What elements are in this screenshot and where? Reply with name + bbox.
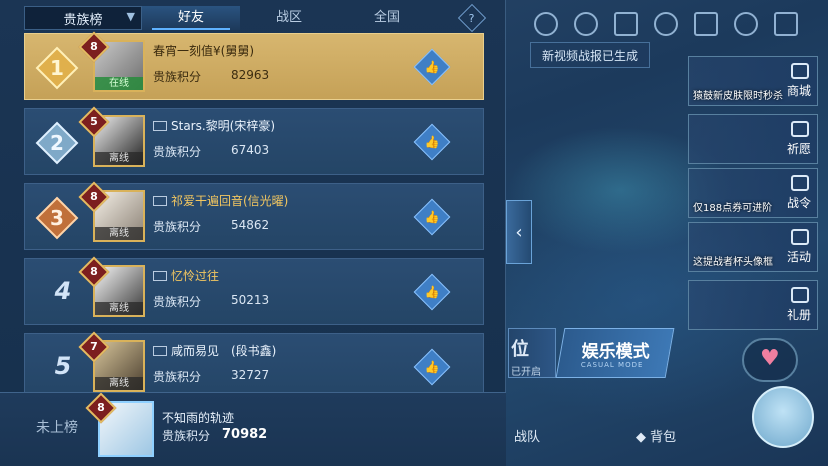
player-name: Stars.黎明(宋梓豪)	[153, 117, 275, 134]
leaderboard-tabs: 贵族榜 ▼ 好友 战区 全国 ?	[24, 3, 487, 33]
gear-icon[interactable]	[734, 12, 758, 36]
trophy-icon[interactable]	[614, 12, 638, 36]
tab-national[interactable]: 全国	[338, 6, 436, 30]
thumbs-up-icon: 👍	[424, 60, 440, 74]
gift-book-button[interactable]: 礼册	[688, 280, 818, 330]
team-button[interactable]: 战队	[514, 426, 540, 445]
points-label: 贵族积分	[153, 370, 202, 384]
leaderboard-panel: 贵族榜 ▼ 好友 战区 全国 ? 1 在线 8 春宵一刻值¥(舅舅) 贵族积分 …	[0, 0, 506, 466]
board-type-dropdown[interactable]: 贵族榜 ▼	[24, 6, 142, 30]
help-icon[interactable]: ?	[457, 3, 487, 33]
points-value: 67403	[231, 143, 270, 157]
shop-button[interactable]: 商城 猿鼓新皮肤限时秒杀	[688, 56, 818, 106]
heart-icon: ♥	[760, 346, 780, 371]
chevron-down-icon: ▼	[126, 10, 135, 23]
ranked-mode-button[interactable]: 位 已开启	[508, 328, 556, 378]
thumbs-up-icon: 👍	[424, 135, 440, 149]
offline-status: 离线	[95, 302, 143, 315]
thumbs-up-icon: 👍	[424, 360, 440, 374]
leaderboard-row[interactable]: 3 离线 8 祁爱干遍回音(信光曜) 贵族积分 54862 👍	[24, 181, 484, 250]
tab-region[interactable]: 战区	[240, 6, 338, 30]
points-value: 50213	[231, 293, 270, 307]
points-label: 贵族积分	[153, 145, 202, 159]
player-name: 春宵一刻值¥(舅舅)	[153, 44, 254, 58]
points-value: 54862	[231, 218, 270, 232]
rank-number: 4	[54, 277, 72, 305]
online-status: 在线	[95, 77, 143, 90]
record-icon[interactable]	[534, 12, 558, 36]
offline-status: 离线	[95, 227, 143, 240]
collapse-panel-button[interactable]: ‹	[506, 200, 532, 264]
nameplate-icon	[153, 271, 167, 281]
leaderboard-row[interactable]: 1 在线 8 春宵一刻值¥(舅舅) 贵族积分 82963 👍	[24, 31, 484, 100]
offline-status: 离线	[95, 377, 143, 390]
leaderboard-row[interactable]: 4 离线 8 忆怜过往 贵族积分 50213 👍	[24, 256, 484, 325]
bag-icon: ◆	[636, 430, 651, 445]
rank-1-gold-badge-icon: 1	[35, 46, 79, 90]
thumbs-up-icon: 👍	[424, 210, 440, 224]
like-button[interactable]: 👍	[413, 273, 451, 311]
like-button[interactable]: 👍	[413, 123, 451, 161]
points-value: 32727	[231, 368, 270, 382]
like-button[interactable]: 👍	[413, 48, 451, 86]
wifi-icon	[774, 12, 798, 36]
nameplate-icon	[153, 121, 167, 131]
wish-button[interactable]: 祈愿	[688, 114, 818, 164]
player-name: 祁爱干遍回音(信光曜)	[153, 192, 288, 209]
player-name: 忆怜过往	[153, 267, 219, 284]
rank-2-silver-badge-icon: 2	[35, 121, 79, 165]
heart-button[interactable]: ♥	[742, 338, 798, 382]
points-label: 贵族积分	[162, 429, 211, 443]
battle-pass-icon	[791, 175, 809, 191]
like-button[interactable]: 👍	[413, 348, 451, 386]
my-points-value: 70982	[222, 427, 268, 442]
video-report-notice[interactable]: 新视频战报已生成	[530, 42, 650, 68]
gift-icon	[791, 287, 809, 303]
leaderboard-row[interactable]: 5 离线 7 咸而易见 (段书鑫) 贵族积分 32727 👍	[24, 331, 484, 400]
rank-3-bronze-badge-icon: 3	[35, 196, 79, 240]
chevron-left-icon: ‹	[515, 221, 523, 243]
events-icon	[791, 229, 809, 245]
like-button[interactable]: 👍	[413, 198, 451, 236]
svg-text:1: 1	[50, 56, 64, 80]
thumbs-up-icon: 👍	[424, 285, 440, 299]
points-label: 贵族积分	[153, 220, 202, 234]
mascot-assistant[interactable]	[752, 386, 814, 448]
my-ranking-footer: 未上榜 8 不知雨的轨迹 贵族积分 70982	[0, 392, 506, 466]
events-button[interactable]: 活动 这提战者杯头像框	[688, 222, 818, 272]
nameplate-icon	[153, 196, 167, 206]
rank-number: 5	[54, 352, 72, 380]
points-label: 贵族积分	[153, 295, 202, 309]
offline-status: 离线	[95, 152, 143, 165]
shop-icon	[791, 63, 809, 79]
casual-mode-button[interactable]: 娱乐模式 CASUAL MODE	[555, 328, 675, 378]
battle-pass-button[interactable]: 战令 仅188点券可进阶	[688, 168, 818, 218]
top-icon-bar	[534, 12, 798, 36]
player-name: 咸而易见 (段书鑫)	[153, 342, 276, 359]
mail-icon[interactable]	[694, 12, 718, 36]
svg-text:3: 3	[50, 206, 64, 230]
video-icon[interactable]	[574, 12, 598, 36]
wish-icon	[791, 121, 809, 137]
points-value: 82963	[231, 68, 270, 82]
tab-friends[interactable]: 好友	[142, 6, 240, 30]
unranked-label: 未上榜	[36, 420, 78, 436]
nameplate-icon	[153, 346, 167, 356]
friends-icon[interactable]	[654, 12, 678, 36]
my-player-name: 不知雨的轨迹	[162, 411, 235, 425]
points-label: 贵族积分	[153, 70, 202, 84]
svg-text:2: 2	[50, 131, 64, 155]
leaderboard-row[interactable]: 2 离线 5 Stars.黎明(宋梓豪) 贵族积分 67403 👍	[24, 106, 484, 175]
bag-button[interactable]: ◆ 背包	[636, 426, 676, 445]
